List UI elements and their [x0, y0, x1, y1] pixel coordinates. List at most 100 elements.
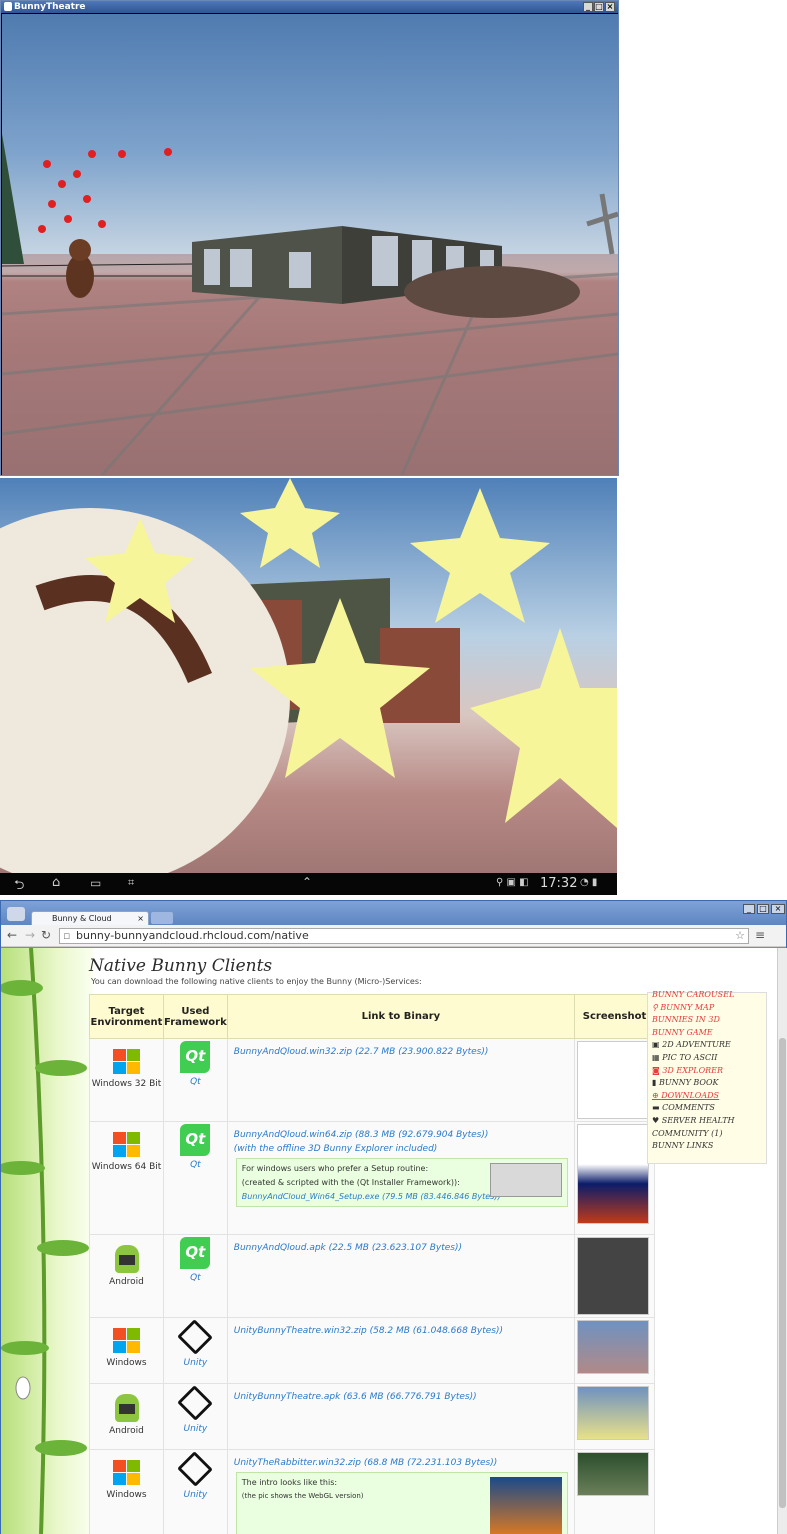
screenshot-thumbnail[interactable]: [577, 1386, 649, 1440]
fw-label[interactable]: Unity: [184, 1424, 208, 1434]
unity-logo-icon: [177, 1385, 214, 1421]
menu-item-bunny-game[interactable]: BUNNY GAME: [652, 1027, 762, 1040]
download-link[interactable]: UnityBunnyTheatre.apk (63.6 MB (66.776.7…: [234, 1392, 477, 1402]
menu-item-pic-to-ascii[interactable]: ▦ PIC TO ASCII: [652, 1052, 762, 1065]
page-title: Native Bunny Clients: [89, 956, 273, 976]
tablet-scene-graphics: [0, 478, 617, 873]
menu-item-bunny-map[interactable]: ⚲ BUNNY MAP: [652, 1002, 762, 1015]
download-link[interactable]: BunnyAndQloud.win32.zip (22.7 MB (23.900…: [234, 1047, 489, 1057]
menu-item-2d-adventure[interactable]: ▣ 2D ADVENTURE: [652, 1039, 762, 1052]
unity-logo-icon: [177, 1451, 214, 1487]
fw-label[interactable]: Qt: [190, 1273, 201, 1283]
screenshot-cell: [574, 1317, 655, 1384]
menu-item-3d-explorer[interactable]: ◙ 3D EXPLORER: [652, 1065, 762, 1078]
tab-bunny-cloud[interactable]: Bunny & Cloud ×: [31, 911, 149, 926]
menu-item-bunny-book[interactable]: ▮ BUNNY BOOK: [652, 1077, 762, 1090]
fw-cell: Qt Qt: [163, 1038, 228, 1122]
game-window: BunnyTheatre _ □ ×: [0, 0, 619, 476]
menu-label: PIC TO ASCII: [662, 1052, 718, 1062]
scene-graphics: [2, 134, 618, 475]
game-scene-3d[interactable]: [2, 14, 618, 475]
browser-maximize-button[interactable]: □: [757, 904, 769, 914]
download-link[interactable]: UnityTheRabbitter.win32.zip (68.8 MB (72…: [234, 1458, 574, 1468]
menu-item-server-health[interactable]: ♥ SERVER HEALTH: [652, 1115, 762, 1128]
web-page: Native Bunny Clients You can download th…: [1, 948, 777, 1534]
header-used-framework: Used Framework: [163, 994, 228, 1039]
comment-icon: ▬: [652, 1103, 663, 1113]
browser-close-button[interactable]: ×: [771, 904, 785, 914]
screenshot-thumbnail[interactable]: [577, 1041, 649, 1119]
screenshot-thumbnail[interactable]: [577, 1124, 649, 1224]
screenshot-icon[interactable]: ⌗: [128, 876, 134, 890]
tablet-game-scene[interactable]: [0, 478, 617, 873]
qt-logo-icon: Qt: [180, 1237, 211, 1269]
env-label: Windows 64 Bit: [91, 1162, 162, 1172]
link-cell: UnityBunnyTheatre.apk (63.6 MB (66.776.7…: [226, 1383, 576, 1450]
chevron-up-icon[interactable]: ⌃: [302, 875, 312, 889]
download-icon: ⊕: [652, 1090, 662, 1100]
forward-button[interactable]: →: [25, 928, 35, 942]
browser-minimize-button[interactable]: _: [743, 904, 755, 914]
menu-item-bunny-links[interactable]: BUNNY LINKS: [652, 1140, 762, 1153]
unity-app-icon: [4, 2, 12, 11]
tab-close-icon[interactable]: ×: [137, 912, 144, 926]
page-subtitle: You can download the following native cl…: [91, 977, 422, 986]
download-link[interactable]: BunnyAndQloud.apk (22.5 MB (23.623.107 B…: [234, 1243, 462, 1253]
download-link[interactable]: BunnyAndQloud.win64.zip (88.3 MB (92.679…: [234, 1130, 574, 1140]
back-icon[interactable]: ⮌: [14, 876, 24, 898]
fw-cell: Unity: [163, 1449, 228, 1534]
fw-label[interactable]: Qt: [190, 1077, 201, 1087]
new-tab-button[interactable]: [151, 912, 173, 924]
fw-cell: Qt Qt: [163, 1121, 228, 1235]
env-label: Android: [109, 1277, 144, 1287]
address-bar[interactable]: ▫ bunny-bunnyandcloud.rhcloud.com/native…: [59, 928, 749, 944]
minimize-button[interactable]: _: [583, 2, 593, 12]
close-button[interactable]: ×: [605, 2, 615, 12]
vertical-scrollbar[interactable]: [777, 948, 787, 1534]
fw-label[interactable]: Unity: [184, 1490, 208, 1500]
menu-label: BUNNY MAP: [660, 1002, 715, 1012]
link-cell: UnityBunnyTheatre.win32.zip (58.2 MB (61…: [226, 1317, 576, 1384]
menu-item-downloads[interactable]: ⊕ DOWNLOADS: [652, 1090, 762, 1103]
game-window-title: BunnyTheatre: [14, 2, 86, 12]
download-link[interactable]: UnityBunnyTheatre.win32.zip (58.2 MB (61…: [234, 1326, 503, 1336]
screenshot-cell: [574, 1121, 655, 1235]
fw-label[interactable]: Qt: [190, 1160, 201, 1170]
address-text: bunny-bunnyandcloud.rhcloud.com/native: [76, 929, 309, 942]
back-button[interactable]: ←: [7, 928, 17, 942]
menu-icon[interactable]: ≡: [755, 928, 765, 942]
scrollbar-thumb[interactable]: [779, 1038, 786, 1508]
menu-label: SERVER HEALTH: [661, 1115, 735, 1125]
menu-item-comments[interactable]: ▬ COMMENTS: [652, 1102, 762, 1115]
qt-logo-icon: Qt: [180, 1124, 211, 1156]
menu-item-bunny-carousel[interactable]: BUNNY CAROUSEL: [652, 989, 762, 1002]
intro-thumbnail[interactable]: [490, 1477, 562, 1534]
header-screenshot: Screenshot: [574, 994, 655, 1039]
table-row: Windows Unity UnityTheRabbitter.win32.zi…: [89, 1449, 655, 1534]
qr-icon: ▦: [652, 1052, 663, 1062]
game-window-titlebar: BunnyTheatre _ □ ×: [1, 1, 618, 13]
home-icon[interactable]: ⌂: [52, 875, 60, 890]
recent-apps-icon[interactable]: ▭: [90, 876, 101, 890]
status-icons: ⚲ ▣ ◧: [496, 877, 529, 888]
env-label: Windows 32 Bit: [91, 1079, 162, 1089]
env-label: Windows: [106, 1358, 147, 1368]
intro-note-box: The intro looks like this: (the pic show…: [235, 1472, 568, 1534]
user-avatar-icon[interactable]: [7, 907, 25, 921]
screenshot-thumbnail[interactable]: [577, 1320, 649, 1374]
reload-button[interactable]: ↻: [41, 928, 51, 942]
maximize-button[interactable]: □: [594, 2, 604, 12]
qt-logo-icon: Qt: [180, 1041, 211, 1073]
menu-item-community[interactable]: COMMUNITY (1): [652, 1128, 762, 1141]
screenshot-cell: [574, 1234, 655, 1318]
menu-item-bunnies-3d[interactable]: BUNNIES IN 3D: [652, 1014, 762, 1027]
fw-cell: Qt Qt: [163, 1234, 228, 1318]
installer-thumbnail[interactable]: [490, 1163, 562, 1197]
fw-label[interactable]: Unity: [184, 1358, 208, 1368]
bookmark-star-icon[interactable]: ☆: [735, 929, 745, 943]
windows-icon: [112, 1328, 141, 1354]
screenshot-cell: [574, 1038, 655, 1122]
screenshot-thumbnail[interactable]: [577, 1237, 649, 1315]
table-row: Windows Unity UnityBunnyTheatre.win32.zi…: [89, 1317, 655, 1384]
screenshot-thumbnail[interactable]: [577, 1452, 649, 1496]
